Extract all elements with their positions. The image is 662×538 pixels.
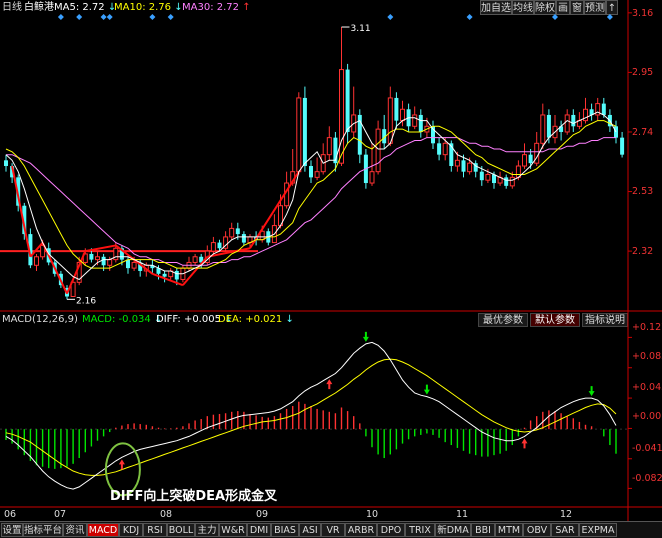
candle-body <box>345 69 350 132</box>
tab-rsi[interactable]: RSI <box>143 523 167 537</box>
candle-body <box>375 128 381 173</box>
candle-body <box>492 174 496 184</box>
candle-body <box>528 154 533 164</box>
candle-body <box>571 114 576 127</box>
candle-body <box>101 256 106 266</box>
tab-asi[interactable]: ASI <box>299 523 321 537</box>
event-diamond-icon <box>606 14 613 20</box>
tab-mtm[interactable]: MTM <box>495 523 523 537</box>
candle-body <box>95 256 100 261</box>
stock-chart-window: 日线 白鲸港 MA5: 2.72 ↓ MA10: 2.76 ↓ MA30: 2.… <box>0 0 662 538</box>
candle-body <box>454 159 460 167</box>
candle-body <box>394 97 399 121</box>
candle-body <box>339 69 344 164</box>
candle-body <box>509 176 515 187</box>
candle-body <box>192 256 198 263</box>
candle-body <box>131 261 137 269</box>
tab--[interactable]: 主力 <box>195 523 219 537</box>
event-diamond-icon <box>466 14 473 20</box>
candle-body <box>241 234 246 243</box>
event-diamond-icon <box>149 14 156 20</box>
candle-body <box>522 154 527 167</box>
candle-body <box>162 273 167 277</box>
event-diamond-icon <box>552 14 558 20</box>
candle-body <box>296 97 302 173</box>
tab-kdj[interactable]: KDJ <box>119 523 143 537</box>
chart-canvas: 3.11 2.16 <box>0 0 662 521</box>
candle-body <box>326 137 332 156</box>
candle-body <box>564 114 570 133</box>
event-diamond-icon <box>106 14 113 20</box>
candle-body <box>479 171 484 181</box>
candle-body <box>601 103 606 115</box>
candle-body <box>387 97 393 144</box>
tab-expma[interactable]: EXPMA <box>579 523 617 537</box>
candle-body <box>309 166 313 178</box>
buy-signal-arrow-icon <box>118 459 125 470</box>
high-price-label: 3.11 <box>351 24 371 34</box>
candle-body <box>400 108 405 122</box>
candle-body <box>302 97 307 167</box>
candle-body <box>485 174 491 181</box>
candle-body <box>620 137 625 155</box>
tab-vr[interactable]: VR <box>321 523 345 537</box>
event-diamond-icon <box>387 14 394 20</box>
tab-boll[interactable]: BOLL <box>167 523 195 537</box>
ma10-line <box>5 120 617 269</box>
candle-body <box>217 242 222 249</box>
tab-macd[interactable]: MACD <box>87 523 119 537</box>
candle-body <box>437 143 442 155</box>
candle-body <box>412 114 418 127</box>
tab-bias[interactable]: BIAS <box>271 523 299 537</box>
buy-signal-arrow-icon <box>521 438 528 449</box>
event-diamond-icon <box>76 14 83 20</box>
candle-body <box>210 242 216 252</box>
tab-arbr[interactable]: ARBR <box>345 523 377 537</box>
candle-body <box>461 160 466 172</box>
candle-body <box>235 228 240 235</box>
tab-sar[interactable]: SAR <box>551 523 579 537</box>
candle-body <box>126 259 130 269</box>
candle-body <box>4 160 8 167</box>
tab-bbi[interactable]: BBI <box>471 523 495 537</box>
candle-body <box>546 114 551 138</box>
tab-dmi[interactable]: DMI <box>247 523 271 537</box>
candle-body <box>174 270 179 280</box>
indicator-tab-bar: 设置 指标平台 资讯 MACD KDJ RSI BOLL 主力 W&R DMI BIAS ASI VR A… <box>0 521 662 538</box>
tab-trix[interactable]: TRIX <box>405 523 435 537</box>
candle-body <box>540 114 546 144</box>
candle-body <box>442 142 448 156</box>
sell-signal-arrow-icon <box>362 331 369 342</box>
event-diamond-icon <box>100 14 107 20</box>
trend-line <box>66 250 87 295</box>
event-diamond-icon <box>57 14 64 20</box>
candle-body <box>418 114 423 132</box>
candle-body <box>467 162 473 173</box>
candle-body <box>107 259 113 266</box>
sell-signal-arrow-icon <box>588 386 595 397</box>
tab--dma[interactable]: 新DMA <box>435 523 471 537</box>
candle-body <box>229 227 235 238</box>
tab-dpo[interactable]: DPO <box>377 523 405 537</box>
tab-w-r[interactable]: W&R <box>219 523 247 537</box>
candle-body <box>504 177 509 186</box>
candle-body <box>89 253 94 260</box>
golden-cross-annotation: DIFF向上突破DEA形成金叉 <box>110 489 278 504</box>
low-price-label: 2.16 <box>76 296 96 306</box>
tab-obv[interactable]: OBV <box>523 523 551 537</box>
event-diamond-icon <box>167 14 174 20</box>
sell-signal-arrow-icon <box>423 384 430 395</box>
candle-body <box>34 256 39 266</box>
candle-body <box>369 171 375 184</box>
tab--[interactable]: 资讯 <box>63 523 87 537</box>
tab--[interactable]: 指标平台 <box>23 523 63 537</box>
candle-body <box>314 171 320 178</box>
buy-signal-arrow-icon <box>326 379 333 390</box>
tab--[interactable]: 设置 <box>1 523 23 537</box>
